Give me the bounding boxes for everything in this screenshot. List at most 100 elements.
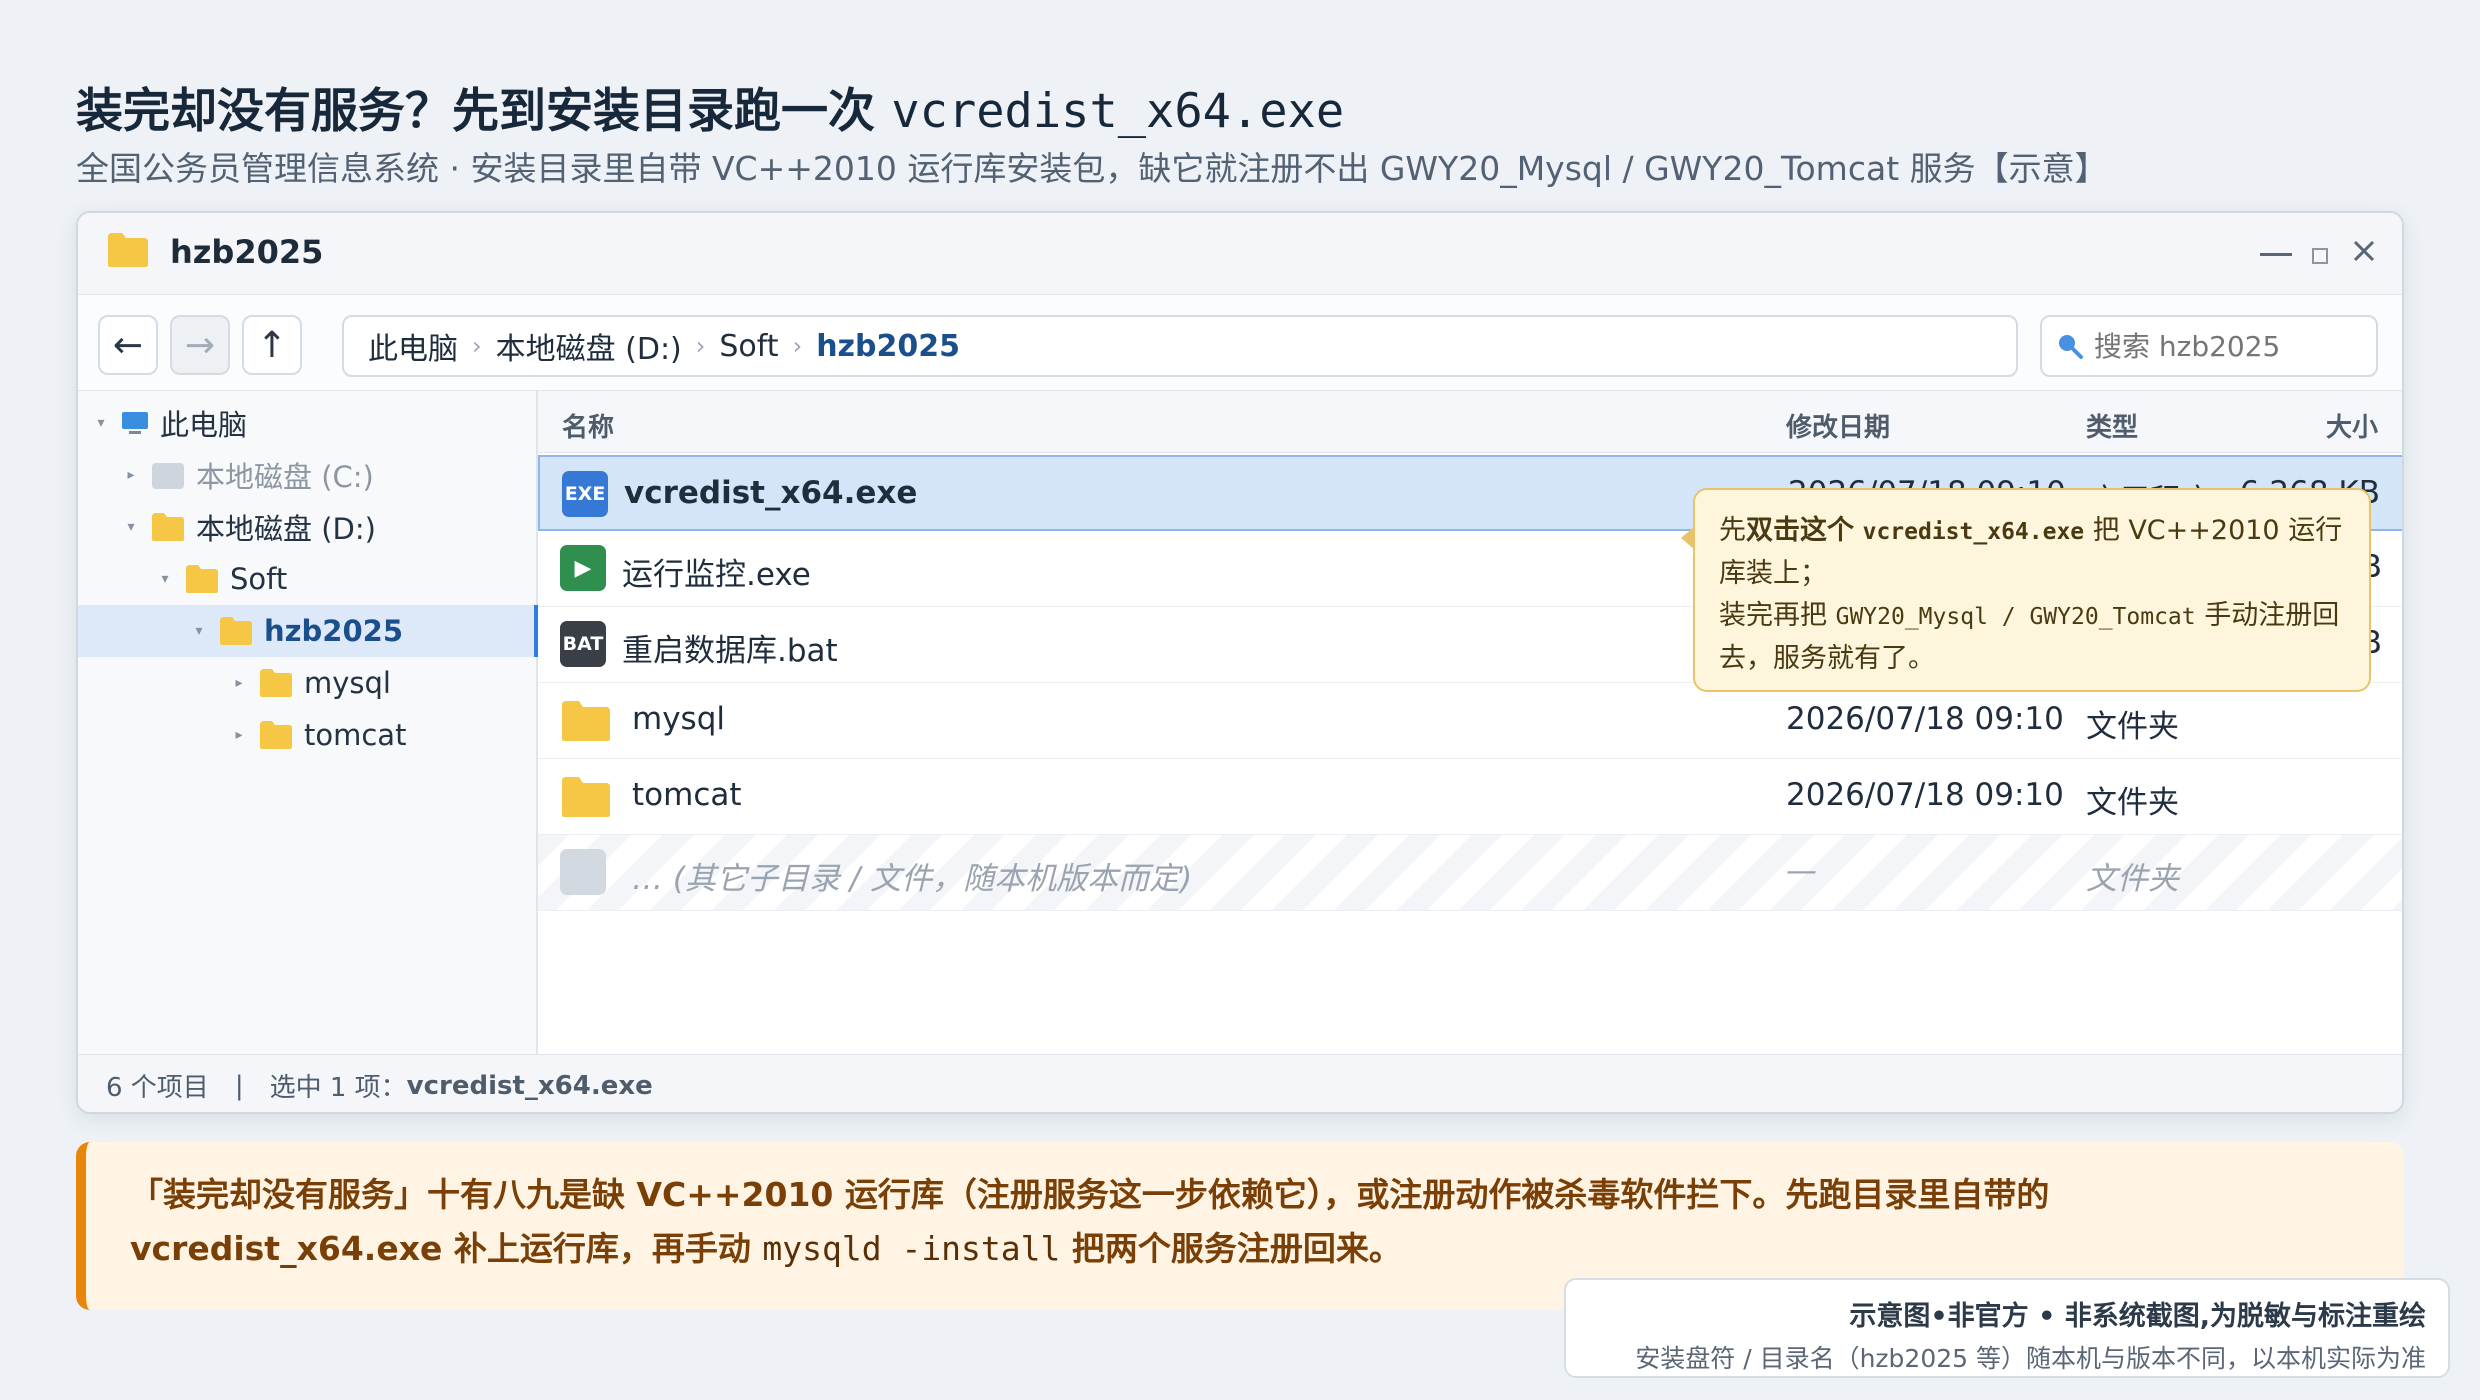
tree-item-tomcat[interactable]: ▸ tomcat: [78, 709, 538, 761]
navigation-pane: ▾ 此电脑 ▸ 本地磁盘 (C:) ▾ 本地磁盘 (D:) ▾ Soft ▾ h…: [78, 391, 538, 1054]
file-name: mysql: [632, 701, 725, 737]
folder-icon: [108, 233, 148, 267]
computer-icon: [122, 412, 148, 434]
folder-icon: [152, 513, 184, 541]
chevron-down-icon[interactable]: ▾: [90, 415, 112, 431]
forward-button[interactable]: →: [170, 315, 230, 375]
callout-code: mysqld -install: [762, 1229, 1061, 1268]
note-title: 示意图•非官方 • 非系统截图,为脱敏与标注重绘: [1849, 1301, 2426, 1332]
folder-icon: [562, 777, 610, 817]
file-type: 文件夹: [2086, 861, 2179, 897]
callout-text: vcredist_x64.exe 补上运行库，再手动: [130, 1229, 751, 1268]
file-row-placeholder: … (其它子目录 / 文件，随本机版本而定) — 文件夹: [538, 835, 2402, 911]
tooltip-line-2: 装完再把 GWY20_Mysql / GWY20_Tomcat 手动注册回去，服…: [1719, 595, 2345, 680]
title-bar: hzb2025: [78, 213, 2402, 295]
tree-item-hzb2025[interactable]: ▾ hzb2025: [78, 605, 538, 657]
chevron-right-icon[interactable]: ▸: [228, 675, 250, 691]
file-name: 重启数据库.bat: [622, 633, 838, 669]
chevron-down-icon[interactable]: ▾: [154, 571, 176, 587]
folder-icon: [260, 669, 292, 697]
breadcrumb-item[interactable]: 本地磁盘 (D:): [496, 324, 682, 368]
page-title-code: vcredist_x64.exe: [891, 84, 1345, 139]
folder-icon: [220, 617, 252, 645]
page-title-text: 装完却没有服务？先到安装目录跑一次: [76, 84, 875, 139]
tooltip-code: vcredist_x64.exe: [1862, 519, 2085, 545]
tree-item-drive-d[interactable]: ▾ 本地磁盘 (D:): [78, 501, 538, 553]
file-date: —: [1786, 853, 1817, 889]
tree-item-this-pc[interactable]: ▾ 此电脑: [78, 397, 538, 449]
tree-item-drive-c[interactable]: ▸ 本地磁盘 (C:): [78, 449, 538, 501]
column-headers: 名称 修改日期 类型 大小: [538, 391, 2402, 453]
column-header-type[interactable]: 类型: [2086, 407, 2138, 444]
minimize-icon: [2260, 252, 2292, 256]
search-icon: [2059, 335, 2083, 359]
file-date: 2026/07/18 09:10: [1786, 777, 2064, 813]
arrow-up-icon: ↑: [256, 324, 288, 366]
folder-icon: [562, 701, 610, 741]
up-button[interactable]: ↑: [242, 315, 302, 375]
callout-line-2: vcredist_x64.exe 补上运行库，再手动 mysqld -insta…: [130, 1222, 2404, 1276]
window-title: hzb2025: [170, 233, 324, 271]
minimize-button[interactable]: [2258, 227, 2294, 275]
tooltip-text: 装完再把: [1719, 600, 1827, 631]
maximize-button[interactable]: [2302, 227, 2338, 275]
window-controls: [2258, 227, 2382, 275]
tooltip-code: GWY20_Mysql / GWY20_Tomcat: [1835, 604, 2196, 630]
tooltip-text: 先: [1719, 515, 1746, 546]
tree-item-label: mysql: [304, 666, 391, 700]
chevron-down-icon[interactable]: ▾: [188, 623, 210, 639]
breadcrumb-separator: ›: [792, 332, 803, 360]
tooltip-emphasis: 双击这个: [1746, 515, 1854, 546]
tree-item-label: 本地磁盘 (C:): [196, 460, 374, 494]
selection-prefix: 选中 1 项：: [269, 1073, 407, 1103]
file-row-tomcat[interactable]: tomcat 2026/07/18 09:10 文件夹: [538, 759, 2402, 835]
chevron-right-icon[interactable]: ▸: [228, 727, 250, 743]
file-date: 2026/07/18 09:10: [1786, 701, 2064, 737]
chevron-right-icon[interactable]: ▸: [120, 467, 142, 483]
maximize-icon: [2312, 248, 2328, 264]
breadcrumb-current[interactable]: hzb2025: [816, 329, 960, 364]
tooltip-arrow: [1681, 526, 1695, 550]
tree-item-label: 此电脑: [160, 408, 248, 442]
close-button[interactable]: [2346, 227, 2382, 275]
column-header-name[interactable]: 名称: [562, 407, 614, 444]
blank-file-icon: [560, 849, 606, 895]
file-type: 文件夹: [2086, 785, 2179, 821]
callout-line-1: 「装完却没有服务」十有八九是缺 VC++2010 运行库（注册服务这一步依赖它）…: [130, 1175, 2050, 1214]
chevron-down-icon[interactable]: ▾: [120, 519, 142, 535]
column-header-size[interactable]: 大小: [2326, 407, 2378, 444]
folder-icon: [186, 565, 218, 593]
column-header-date[interactable]: 修改日期: [1786, 407, 1890, 444]
folder-icon: [260, 721, 292, 749]
search-input[interactable]: [2094, 329, 2344, 363]
breadcrumb-item[interactable]: 此电脑: [368, 324, 458, 368]
drive-icon: [152, 463, 184, 489]
tree-item-label: tomcat: [304, 718, 407, 752]
file-row-mysql[interactable]: mysql 2026/07/18 09:10 文件夹: [538, 683, 2402, 759]
arrow-right-icon: →: [184, 324, 216, 366]
tree-item-soft[interactable]: ▾ Soft: [78, 553, 538, 605]
tree-item-label: Soft: [230, 562, 288, 596]
toolbar: ← → ↑ 此电脑 › 本地磁盘 (D:) › Soft › hzb2025: [78, 295, 2402, 391]
selection-name: vcredist_x64.exe: [406, 1070, 653, 1101]
breadcrumb-item[interactable]: Soft: [719, 329, 778, 364]
note-text: 安装盘符 / 目录名（hzb2025 等）随本机与版本不同，以本机实际为准: [1635, 1344, 2426, 1373]
arrow-left-icon: ←: [112, 324, 144, 366]
page-title: 装完却没有服务？先到安装目录跑一次 vcredist_x64.exe: [76, 72, 1344, 141]
breadcrumb-separator: ›: [695, 332, 706, 360]
close-icon: [2353, 240, 2375, 262]
tree-item-label: 本地磁盘 (D:): [196, 512, 376, 546]
search-box[interactable]: [2040, 315, 2378, 377]
back-button[interactable]: ←: [98, 315, 158, 375]
status-separator: |: [234, 1070, 244, 1101]
exe-file-icon: EXE: [562, 471, 608, 517]
explorer-window: hzb2025 ← → ↑ 此电脑 › 本地磁盘 (D:) › Soft › h…: [76, 211, 2404, 1114]
file-name: … (其它子目录 / 文件，随本机版本而定): [632, 861, 1193, 897]
tree-item-mysql[interactable]: ▸ mysql: [78, 657, 538, 709]
status-bar: 6 个项目 | 选中 1 项： vcredist_x64.exe: [78, 1054, 2402, 1112]
address-bar[interactable]: 此电脑 › 本地磁盘 (D:) › Soft › hzb2025: [342, 315, 2018, 377]
item-count: 6 个项目: [106, 1073, 209, 1103]
callout-text: 把两个服务注册回来。: [1071, 1229, 1402, 1268]
page-subtitle: 全国公务员管理信息系统 · 安装目录里自带 VC++2010 运行库安装包，缺它…: [76, 149, 2108, 188]
file-name: tomcat: [632, 777, 742, 813]
